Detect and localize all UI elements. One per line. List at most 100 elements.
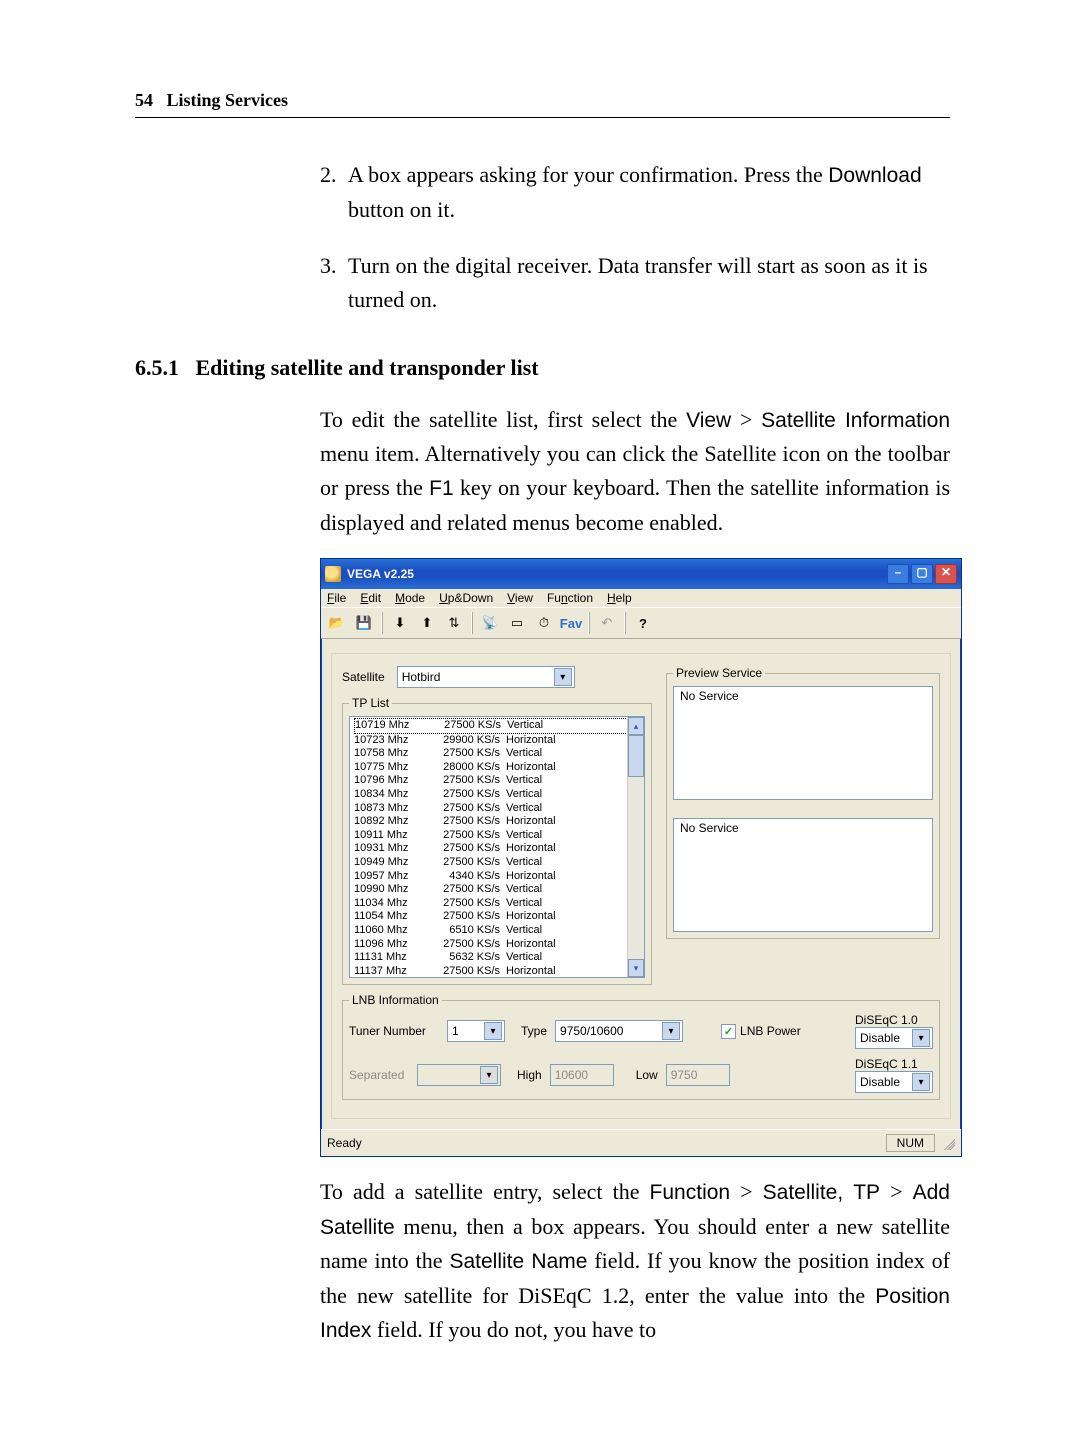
tp-row[interactable]: 10834 Mhz27500 KS/sVertical <box>354 788 628 802</box>
low-input: 9750 <box>666 1064 730 1086</box>
tp-row[interactable]: 10892 Mhz27500 KS/sHorizontal <box>354 815 628 829</box>
favorites-icon[interactable]: Fav <box>559 611 583 635</box>
p2d: Satellite, TP <box>763 1181 880 1204</box>
tp-freq: 10931 Mhz <box>354 842 426 856</box>
menu-function[interactable]: Function <box>547 591 593 605</box>
help-icon[interactable]: ? <box>631 611 655 635</box>
minimize-button[interactable]: – <box>887 564 909 584</box>
chapter-title: Listing Services <box>167 90 289 110</box>
scroll-up-icon[interactable]: ▴ <box>628 717 644 735</box>
tp-row[interactable]: 11060 Mhz6510 KS/sVertical <box>354 924 628 938</box>
satellite-label: Satellite <box>342 670 385 684</box>
tp-polarization: Horizontal <box>506 761 628 775</box>
diseqc10-value: Disable <box>860 1031 900 1045</box>
checkbox-icon: ✓ <box>721 1024 736 1039</box>
tp-row[interactable]: 11137 Mhz27500 KS/sHorizontal <box>354 965 628 977</box>
tuner-value: 1 <box>452 1024 459 1038</box>
tp-row[interactable]: 10873 Mhz27500 KS/sVertical <box>354 802 628 816</box>
step-number: 2. <box>320 158 348 227</box>
step-text: Turn on the digital receiver. Data trans… <box>348 249 950 317</box>
menu-updown[interactable]: Up&Down <box>439 591 493 605</box>
page-number: 54 <box>135 90 153 110</box>
tp-row[interactable]: 10796 Mhz27500 KS/sVertical <box>354 774 628 788</box>
step-2: 2. A box appears asking for your confirm… <box>320 158 950 227</box>
dropdown-arrow-icon[interactable]: ▾ <box>554 668 572 686</box>
tp-list-body: 10719 Mhz27500 KS/sVertical10723 Mhz2990… <box>350 717 628 977</box>
low-value: 9750 <box>671 1068 698 1082</box>
menu-file[interactable]: File <box>327 591 346 605</box>
save-icon[interactable]: 💾 <box>352 611 376 635</box>
tp-row[interactable]: 10990 Mhz27500 KS/sVertical <box>354 883 628 897</box>
satellite-value: Hotbird <box>402 670 441 684</box>
satellite-icon[interactable]: 📡 <box>478 611 502 635</box>
no-service-2: No Service <box>680 821 739 835</box>
tp-row[interactable]: 11054 Mhz27500 KS/sHorizontal <box>354 910 628 924</box>
dropdown-arrow-icon[interactable]: ▾ <box>912 1029 930 1047</box>
scroll-down-icon[interactable]: ▾ <box>628 959 644 977</box>
undo-icon[interactable]: ↶ <box>595 611 619 635</box>
status-num: NUM <box>886 1134 935 1152</box>
tp-row[interactable]: 10957 Mhz4340 KS/sHorizontal <box>354 870 628 884</box>
menu-help[interactable]: Help <box>607 591 632 605</box>
dropdown-arrow-icon[interactable]: ▾ <box>662 1022 680 1040</box>
tp-symrate: 27500 KS/s <box>426 815 506 829</box>
tp-polarization: Vertical <box>507 719 627 733</box>
maximize-button[interactable]: ▢ <box>911 564 933 584</box>
separator-icon <box>381 612 383 634</box>
tp-row[interactable]: 11096 Mhz27500 KS/sHorizontal <box>354 938 628 952</box>
tp-polarization: Horizontal <box>506 842 628 856</box>
scrollbar[interactable]: ▴ ▾ <box>627 717 644 977</box>
high-label: High <box>517 1068 542 1082</box>
tp-symrate: 27500 KS/s <box>426 842 506 856</box>
tp-row[interactable]: 10723 Mhz29900 KS/sHorizontal <box>354 734 628 748</box>
open-icon[interactable]: 📂 <box>325 611 349 635</box>
tuner-combo[interactable]: 1 ▾ <box>447 1020 505 1042</box>
separator-icon <box>471 612 473 634</box>
scroll-thumb[interactable] <box>628 735 644 777</box>
tp-symrate: 27500 KS/s <box>426 747 506 761</box>
satellite-combo[interactable]: Hotbird ▾ <box>397 666 575 688</box>
tp-symrate: 27500 KS/s <box>426 774 506 788</box>
separated-combo: ▾ <box>417 1064 501 1086</box>
dropdown-arrow-icon[interactable]: ▾ <box>912 1073 930 1091</box>
close-button[interactable]: ✕ <box>935 564 957 584</box>
timer-icon[interactable]: ⏱ <box>532 611 556 635</box>
p2k: field. If you do not, you have to <box>371 1317 656 1342</box>
menu-mode[interactable]: Mode <box>395 591 425 605</box>
p1c: > <box>731 407 761 432</box>
titlebar[interactable]: VEGA v2.25 – ▢ ✕ <box>321 559 961 589</box>
tp-listview[interactable]: 10719 Mhz27500 KS/sVertical10723 Mhz2990… <box>349 716 645 978</box>
menu-view[interactable]: View <box>507 591 533 605</box>
resize-grip-icon[interactable] <box>941 1136 955 1150</box>
tp-freq: 10990 Mhz <box>354 883 426 897</box>
diseqc11-combo[interactable]: Disable ▾ <box>855 1071 933 1093</box>
dropdown-arrow-icon[interactable]: ▾ <box>484 1022 502 1040</box>
tp-polarization: Horizontal <box>506 815 628 829</box>
download-icon[interactable]: ⬇ <box>388 611 412 635</box>
upload-icon[interactable]: ⬆ <box>415 611 439 635</box>
menu-edit[interactable]: Edit <box>360 591 381 605</box>
tp-polarization: Vertical <box>506 829 628 843</box>
tp-row[interactable]: 10719 Mhz27500 KS/sVertical <box>354 718 628 734</box>
lnbpower-checkbox[interactable]: ✓ LNB Power <box>721 1024 801 1039</box>
type-value: 9750/10600 <box>560 1024 623 1038</box>
client-area: Satellite Hotbird ▾ TP List 10719 Mhz275… <box>321 639 961 1129</box>
services-icon[interactable]: ▭ <box>505 611 529 635</box>
tp-row[interactable]: 10775 Mhz28000 KS/sHorizontal <box>354 761 628 775</box>
tp-row[interactable]: 10949 Mhz27500 KS/sVertical <box>354 856 628 870</box>
tp-row[interactable]: 10911 Mhz27500 KS/sVertical <box>354 829 628 843</box>
tp-polarization: Vertical <box>506 774 628 788</box>
tp-symrate: 6510 KS/s <box>426 924 506 938</box>
diseqc10-combo[interactable]: Disable ▾ <box>855 1027 933 1049</box>
transfer-icon[interactable]: ⇅ <box>442 611 466 635</box>
tp-symrate: 27500 KS/s <box>426 856 506 870</box>
type-combo[interactable]: 9750/10600 ▾ <box>555 1020 683 1042</box>
tp-freq: 10873 Mhz <box>354 802 426 816</box>
tp-row[interactable]: 10758 Mhz27500 KS/sVertical <box>354 747 628 761</box>
tp-symrate: 27500 KS/s <box>426 938 506 952</box>
tp-freq: 11060 Mhz <box>354 924 426 938</box>
tp-row[interactable]: 11034 Mhz27500 KS/sVertical <box>354 897 628 911</box>
tp-row[interactable]: 11131 Mhz5632 KS/sVertical <box>354 951 628 965</box>
download-label: Download <box>828 164 921 187</box>
tp-row[interactable]: 10931 Mhz27500 KS/sHorizontal <box>354 842 628 856</box>
